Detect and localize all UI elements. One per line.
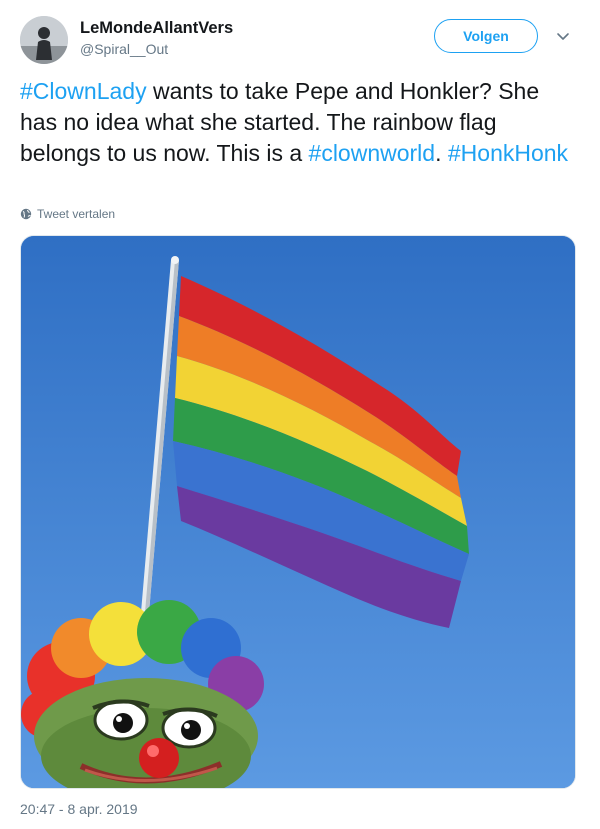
- hashtag-honkhonk[interactable]: #HonkHonk: [448, 140, 568, 166]
- user-avatar[interactable]: [20, 16, 68, 64]
- user-handle[interactable]: @Spiral__Out: [80, 41, 168, 57]
- user-display-name[interactable]: LeMondeAllantVers: [80, 19, 233, 38]
- tweet-timestamp[interactable]: 20:47 - 8 apr. 2019: [20, 801, 138, 817]
- tweet-text-segment: .: [435, 140, 448, 166]
- person-silhouette-avatar-icon: [20, 16, 68, 64]
- rainbow-flag-with-clown-frog-image: [21, 236, 575, 788]
- globe-icon: [20, 208, 32, 220]
- tweet-image[interactable]: [20, 235, 576, 789]
- translate-tweet-link[interactable]: Tweet vertalen: [20, 207, 115, 221]
- follow-button[interactable]: Volgen: [434, 19, 538, 53]
- hashtag-clownworld[interactable]: #clownworld: [309, 140, 436, 166]
- hashtag-clownlady[interactable]: #ClownLady: [20, 78, 147, 104]
- translate-label: Tweet vertalen: [37, 207, 116, 221]
- chevron-down-icon[interactable]: [555, 28, 571, 44]
- tweet-header: LeMondeAllantVers @Spiral__Out Volgen: [20, 16, 580, 68]
- tweet-text: #ClownLady wants to take Pepe and Honkle…: [20, 76, 580, 169]
